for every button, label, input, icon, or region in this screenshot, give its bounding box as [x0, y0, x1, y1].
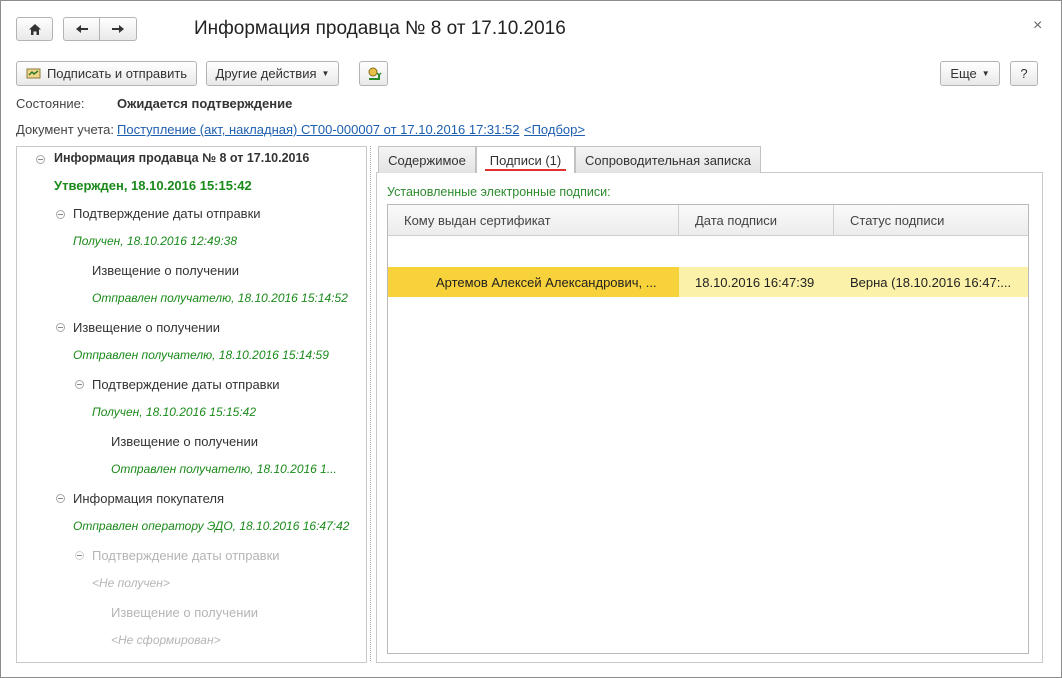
home-icon	[28, 23, 41, 35]
tree-item-status: Отправлен получателю, 18.10.2016 15:14:5…	[92, 291, 348, 305]
tab-content-label: Содержимое	[388, 152, 466, 168]
collapse-icon[interactable]	[56, 494, 65, 503]
tree-item-date-confirmation[interactable]: Подтверждение даты отправки	[73, 206, 261, 221]
collapse-icon[interactable]	[36, 155, 45, 164]
back-button[interactable]	[63, 17, 100, 41]
status-value: Ожидается подтверждение	[117, 96, 293, 111]
pick-link[interactable]: <Подбор>	[524, 122, 585, 137]
document-link[interactable]: Поступление (акт, накладная) СТ00-000007…	[117, 122, 519, 137]
tree-item-status: Отправлен оператору ЭДО, 18.10.2016 16:4…	[73, 519, 350, 533]
forward-button[interactable]	[99, 17, 137, 41]
column-header-date[interactable]: Дата подписи	[679, 205, 834, 236]
tree-item-status: Отправлен получателю, 18.10.2016 15:14:5…	[73, 348, 329, 362]
collapse-icon[interactable]	[75, 551, 84, 560]
tree-item-date-confirmation[interactable]: Подтверждение даты отправки	[92, 377, 280, 392]
document-label: Документ учета:	[16, 122, 115, 137]
tree-item-date-confirmation[interactable]: Подтверждение даты отправки	[92, 548, 280, 563]
other-actions-button[interactable]: Другие действия ▼	[206, 61, 339, 86]
date-cell: 18.10.2016 16:47:39	[679, 267, 834, 297]
column-header-owner[interactable]: Кому выдан сертификат	[388, 205, 679, 236]
sign-document-icon	[26, 68, 41, 79]
tree-item-status: Отправлен получателю, 18.10.2016 1...	[111, 462, 337, 476]
exchange-icon	[368, 67, 382, 80]
arrow-right-icon	[112, 25, 124, 33]
more-label: Еще	[950, 66, 977, 81]
tree-item-status: Получен, 18.10.2016 12:49:38	[73, 234, 237, 248]
tree-item-status: <Не получен>	[92, 576, 170, 590]
status-label: Состояние:	[16, 96, 85, 111]
tab-cover-note-label: Сопроводительная записка	[585, 152, 751, 168]
other-actions-label: Другие действия	[215, 66, 317, 81]
tab-content[interactable]: Содержимое	[378, 146, 476, 173]
tree-item-status: Получен, 18.10.2016 15:15:42	[92, 405, 256, 419]
tree-item-status: <Не сформирован>	[111, 633, 221, 647]
tree-item-seller-info[interactable]: Информация продавца № 8 от 17.10.2016	[54, 151, 309, 165]
dropdown-arrow-icon: ▼	[321, 69, 330, 78]
owner-cell: Артемов Алексей Александрович, ...	[388, 267, 679, 297]
refresh-exchange-button[interactable]	[359, 61, 388, 86]
signatures-caption: Установленные электронные подписи:	[387, 185, 611, 199]
tree-item-receipt-notice[interactable]: Извещение о получении	[73, 320, 220, 335]
signatures-table[interactable]: Кому выдан сертификат Дата подписи Стату…	[387, 204, 1029, 654]
tab-signatures[interactable]: Подписи (1)	[476, 146, 575, 173]
collapse-icon[interactable]	[56, 210, 65, 219]
column-header-label: Дата подписи	[695, 212, 778, 228]
tree-item-receipt-notice[interactable]: Извещение о получении	[111, 434, 258, 449]
more-button[interactable]: Еще ▼	[940, 61, 1000, 86]
sign-and-send-button[interactable]: Подписать и отправить	[16, 61, 197, 86]
arrow-left-icon	[75, 25, 88, 33]
column-header-label: Кому выдан сертификат	[404, 212, 551, 228]
status-value: Верна (18.10.2016 16:47:...	[850, 274, 1012, 290]
tree-item-buyer-info[interactable]: Информация покупателя	[73, 491, 224, 506]
active-tab-underline	[485, 169, 566, 171]
status-cell: Верна (18.10.2016 16:47:...	[834, 267, 1028, 297]
window-title: Информация продавца № 8 от 17.10.2016	[194, 18, 566, 39]
tab-signatures-label: Подписи (1)	[489, 152, 562, 168]
help-label: ?	[1020, 66, 1028, 81]
date-value: 18.10.2016 16:47:39	[695, 274, 815, 290]
owner-value: Артемов Алексей Александрович, ...	[436, 274, 657, 290]
collapse-icon[interactable]	[56, 323, 65, 332]
dropdown-arrow-icon: ▼	[981, 69, 990, 78]
tab-cover-note[interactable]: Сопроводительная записка	[575, 146, 761, 173]
home-button[interactable]	[16, 17, 53, 41]
panel-splitter[interactable]	[370, 146, 371, 661]
help-button[interactable]: ?	[1010, 61, 1038, 86]
table-row[interactable]: Артемов Алексей Александрович, ... 18.10…	[388, 236, 1028, 297]
tree-item-receipt-notice[interactable]: Извещение о получении	[92, 263, 239, 278]
collapse-icon[interactable]	[75, 380, 84, 389]
close-icon[interactable]: ×	[1033, 17, 1042, 35]
tree-item-receipt-notice[interactable]: Извещение о получении	[111, 605, 258, 620]
column-header-status[interactable]: Статус подписи	[834, 205, 1028, 236]
tree-item-status: Утвержден, 18.10.2016 15:15:42	[54, 178, 252, 193]
sign-and-send-label: Подписать и отправить	[46, 66, 188, 81]
column-header-label: Статус подписи	[850, 212, 945, 228]
